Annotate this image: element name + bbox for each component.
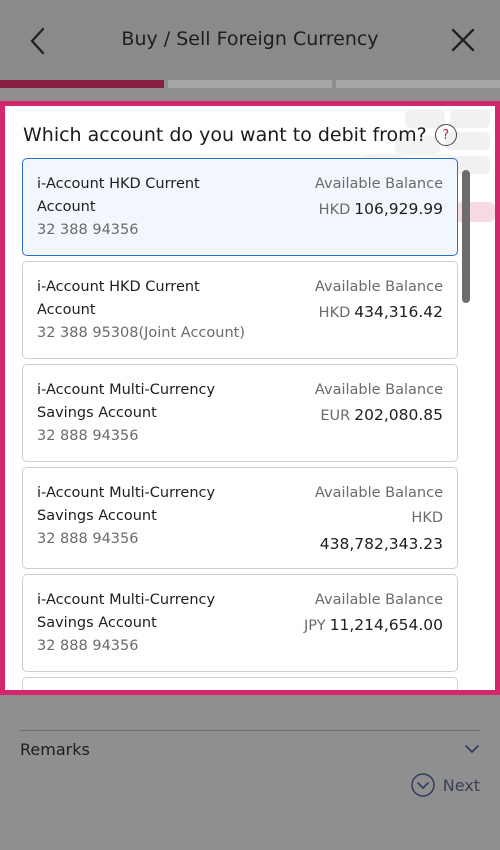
progress-step-1 [0,80,164,88]
account-picker-modal: Which account do you want to debit from?… [0,101,500,695]
account-option-4[interactable]: i-Account Multi-Currency Savings Account… [22,467,458,569]
account-name: i-Account HKD Current Account [37,176,200,215]
account-name: i-Account Multi-Currency Savings Account [37,382,216,421]
progress-step-3 [336,80,500,88]
balance-label: Available Balance [314,485,443,501]
account-option-1[interactable]: i-Account HKD Current Account 32 388 943… [22,158,458,256]
balance-amount: EUR 202,080.85 [315,402,443,429]
balance-label: Available Balance [314,382,443,398]
balance-value: 434,316.42 [354,303,443,321]
account-name: i-Account Multi-Currency Savings Account [37,485,216,524]
balance-label: Available Balance [314,592,443,608]
page-title: Buy / Sell Foreign Currency [121,28,379,50]
next-button[interactable]: Next [411,773,480,797]
header-bar: Buy / Sell Foreign Currency [0,0,500,80]
balance-currency: JPY [304,618,326,634]
balance-value: 202,080.85 [354,406,443,424]
balance-block: Available Balance HKD 438,782,343.23 [315,482,443,557]
balance-block: Available Balance EUR 202,080.85 [315,379,443,429]
account-list: i-Account HKD Current Account 32 388 943… [22,158,458,690]
balance-value: 11,214,654.00 [329,616,443,634]
balance-currency: HKD [318,305,351,321]
scrollbar-thumb[interactable] [462,170,470,303]
balance-currency: HKD [318,202,351,218]
account-option-2[interactable]: i-Account HKD Current Account 32 388 953… [22,261,458,359]
balance-label: Available Balance [314,176,443,192]
progress-step-2 [168,80,332,88]
balance-block: Available Balance HKD 434,316.42 [315,276,443,326]
balance-value: 438,782,343.23 [319,535,443,553]
balance-block: Available Balance HKD 106,929.99 [315,173,443,223]
chevron-down-icon[interactable] [464,741,480,757]
balance-amount: HKD 434,316.42 [315,299,443,326]
balance-amount: JPY 11,214,654.00 [304,612,443,639]
account-name: i-Account Multi-Currency Savings Account [37,592,216,631]
next-circle-icon [411,773,435,797]
next-label: Next [442,775,480,795]
account-option-6-partial[interactable] [22,677,458,690]
account-option-5[interactable]: i-Account Multi-Currency Savings Account… [22,574,458,672]
help-icon[interactable]: ? [434,124,457,146]
balance-label: Available Balance [314,279,443,295]
remarks-label[interactable]: Remarks [20,740,90,759]
balance-amount: HKD 106,929.99 [315,196,443,223]
account-name: i-Account HKD Current Account [37,279,200,318]
account-option-3[interactable]: i-Account Multi-Currency Savings Account… [22,364,458,462]
question-text: Which account do you want to debit from? [23,124,427,146]
balance-currency: HKD [411,510,443,526]
balance-value: 106,929.99 [354,200,443,218]
balance-currency: EUR [320,408,351,424]
divider [20,730,480,731]
step-progress [0,80,500,88]
balance-block: Available Balance JPY 11,214,654.00 [304,589,443,639]
close-icon[interactable] [448,25,478,55]
question-heading: Which account do you want to debit from?… [23,124,457,146]
